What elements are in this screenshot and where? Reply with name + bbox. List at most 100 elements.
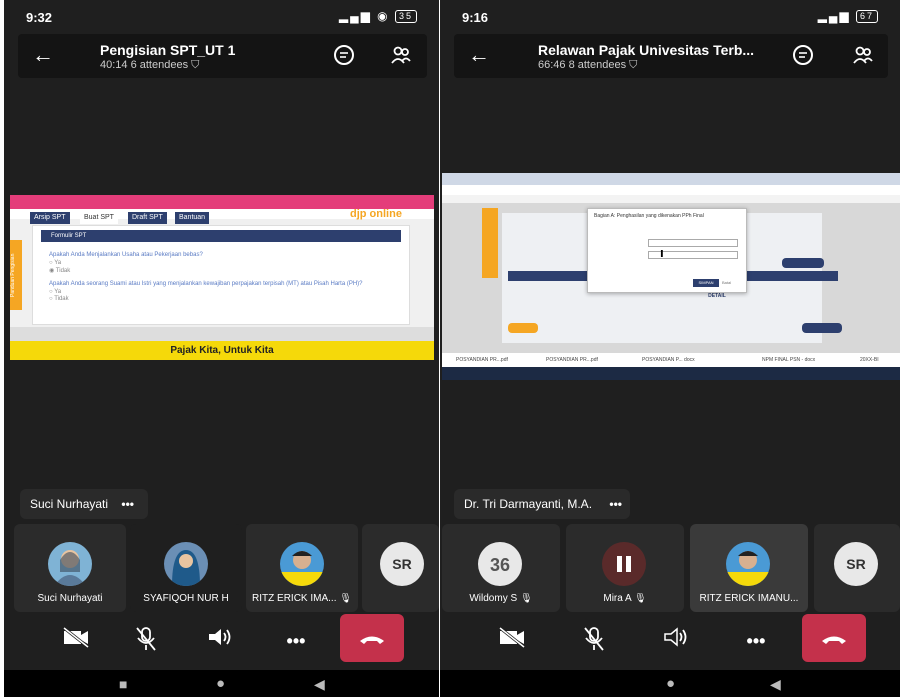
option-no-label: Tidak bbox=[55, 268, 71, 274]
left-phone-screen: 9:32 ▂▄▆ ◉ 35 ← Pengisian SPT_UT 1 40:14… bbox=[4, 0, 439, 697]
next-button[interactable] bbox=[802, 323, 842, 333]
tab-buat-spt[interactable]: Buat SPT bbox=[80, 212, 118, 224]
participant-name: Suci Nurhayati bbox=[37, 593, 103, 604]
tab-arsip-spt[interactable]: Arsip SPT bbox=[30, 212, 70, 224]
meeting-title: Relawan Pajak Univesitas Terb... bbox=[538, 42, 755, 58]
question-1: Apakah Anda Menjalankan Usaha atau Peker… bbox=[49, 252, 203, 258]
signal-icon: ▂▄▆ bbox=[817, 9, 851, 23]
download-item[interactable]: NPM FINAL PSN - docx bbox=[762, 357, 815, 363]
downloads-bar: POSYANDIAN PR...pdf POSYANDIAN PR...pdf … bbox=[442, 353, 900, 367]
option-no-1[interactable]: ◉ Tidak bbox=[49, 267, 70, 274]
active-speaker-name: Suci Nurhayati bbox=[30, 497, 109, 511]
avatar bbox=[164, 542, 208, 586]
meeting-subtitle: 40:14 6 attendees ⛉ bbox=[100, 59, 199, 72]
back-button[interactable] bbox=[508, 323, 538, 333]
status-icons: ▂▄▆ 67 bbox=[817, 9, 878, 24]
back-arrow-icon[interactable]: ← bbox=[468, 42, 490, 68]
more-icon[interactable]: ••• bbox=[736, 626, 776, 656]
mic-muted-icon: 🎙 bbox=[339, 593, 352, 604]
modal-dialog: Bagian A: Penghasilan yang dikenakan PPh… bbox=[587, 208, 747, 293]
dialog-cancel-button[interactable]: Batal bbox=[722, 279, 731, 287]
option-yes-1[interactable]: ○ Ya bbox=[49, 260, 61, 266]
status-bar: 9:32 ▂▄▆ ◉ 35 bbox=[4, 0, 439, 34]
guide-side-tab[interactable] bbox=[482, 208, 498, 278]
participant-name: RITZ ERICK IMA... 🎙 bbox=[246, 593, 358, 604]
active-speaker-name: Dr. Tri Darmayanti, M.A. bbox=[464, 497, 593, 511]
shield-icon: ⛉ bbox=[191, 59, 200, 71]
camera-off-icon[interactable] bbox=[492, 626, 532, 656]
status-bar: 9:16 ▂▄▆ 67 bbox=[440, 0, 900, 34]
signal-icon: ▂▄▆ bbox=[338, 9, 372, 23]
back-arrow-icon[interactable]: ← bbox=[32, 42, 54, 68]
guide-side-tab[interactable]: Panduan Pengisian bbox=[10, 240, 22, 310]
djp-logo: djp online bbox=[350, 208, 402, 220]
tab-draft-spt[interactable]: Draft SPT bbox=[128, 212, 167, 224]
option-no-2[interactable]: ○ Tidak bbox=[49, 296, 69, 302]
participant-tile[interactable]: 36 Wildomy S 🎙 bbox=[442, 524, 560, 612]
tab-bantuan[interactable]: Bantuan bbox=[175, 212, 210, 224]
windows-taskbar bbox=[442, 367, 900, 380]
active-speaker-bar: Suci Nurhayati ••• bbox=[20, 489, 148, 519]
battery-icon: 35 bbox=[394, 10, 417, 24]
meeting-header: ← Relawan Pajak Univesitas Terb... 66:46… bbox=[454, 34, 888, 78]
speaker-icon[interactable] bbox=[656, 626, 696, 656]
add-button[interactable] bbox=[782, 258, 824, 268]
svg-text:36: 36 bbox=[490, 555, 510, 575]
back-nav-icon[interactable]: ◀ bbox=[314, 676, 325, 693]
speaker-icon[interactable] bbox=[200, 626, 240, 656]
participants-icon[interactable] bbox=[390, 44, 412, 72]
status-time: 9:32 bbox=[26, 10, 53, 25]
download-item[interactable]: POSYANDIAN PR...pdf bbox=[546, 357, 598, 363]
participant-name-text: RITZ ERICK IMA... bbox=[252, 593, 337, 604]
participants-icon[interactable] bbox=[852, 44, 874, 72]
recents-icon[interactable]: ■ bbox=[119, 676, 127, 692]
chat-icon[interactable] bbox=[333, 44, 355, 72]
avatar bbox=[602, 542, 646, 586]
right-phone-screen: 9:16 ▂▄▆ 67 ← Relawan Pajak Univesitas T… bbox=[440, 0, 900, 697]
mic-off-icon[interactable] bbox=[574, 626, 614, 656]
shared-screen: djp online Arsip SPT Buat SPT Draft SPT … bbox=[10, 195, 434, 360]
more-options-icon[interactable]: ••• bbox=[121, 497, 134, 511]
participant-tile[interactable]: Mira A 🎙 bbox=[566, 524, 684, 612]
participant-name: RITZ ERICK IMANU... bbox=[699, 593, 799, 604]
dialog-input[interactable] bbox=[648, 239, 738, 247]
home-icon[interactable]: ● bbox=[216, 675, 225, 692]
end-call-button[interactable] bbox=[802, 614, 866, 662]
dialog-title: Bagian A: Penghasilan yang dikenakan PPh… bbox=[594, 213, 704, 219]
participant-tiles: Suci Nurhayati SYAFIQOH NUR H RITZ ERICK… bbox=[4, 524, 439, 612]
download-item[interactable]: 20XX-BI bbox=[860, 357, 879, 363]
more-icon[interactable]: ••• bbox=[276, 626, 316, 656]
camera-off-icon[interactable] bbox=[56, 626, 96, 656]
option-yes-2[interactable]: ○ Ya bbox=[49, 289, 61, 295]
participant-tile[interactable]: SYAFIQOH NUR H bbox=[130, 524, 242, 612]
form-header: Formulir SPT bbox=[41, 230, 401, 242]
avatar bbox=[48, 542, 92, 586]
meeting-subtitle: 66:46 8 attendees ⛉ bbox=[538, 59, 637, 72]
text-cursor-icon: Ⅰ bbox=[660, 249, 664, 260]
wifi-icon: ◉ bbox=[377, 9, 390, 23]
dialog-save-button[interactable]: SIMPAN bbox=[693, 279, 719, 287]
participant-name: Mira A 🎙 bbox=[566, 593, 684, 604]
end-call-button[interactable] bbox=[340, 614, 404, 662]
mic-off-icon[interactable] bbox=[126, 626, 166, 656]
participant-tile[interactable]: RITZ ERICK IMANU... bbox=[690, 524, 808, 612]
participant-name-text: Mira A bbox=[603, 593, 632, 604]
form-card: Formulir SPT Apakah Anda Menjalankan Usa… bbox=[32, 225, 410, 325]
back-nav-icon[interactable]: ◀ bbox=[770, 676, 781, 693]
participant-tile[interactable]: Suci Nurhayati bbox=[14, 524, 126, 612]
option-yes-label: Ya bbox=[54, 260, 62, 266]
more-options-icon[interactable]: ••• bbox=[609, 497, 622, 511]
chat-icon[interactable] bbox=[792, 44, 814, 72]
mic-muted-icon: 🎙 bbox=[633, 593, 647, 604]
home-icon[interactable]: ● bbox=[666, 675, 675, 692]
shared-desktop-screen: DETAIL Bagian A: Penghasilan yang dikena… bbox=[442, 173, 900, 380]
mic-muted-icon: 🎙 bbox=[519, 593, 533, 604]
download-item[interactable]: POSYANDIAN P... docx bbox=[642, 357, 695, 363]
participant-tile[interactable]: RITZ ERICK IMA... 🎙 bbox=[246, 524, 358, 612]
meeting-duration-attendees: 40:14 6 attendees bbox=[100, 59, 189, 71]
download-item[interactable]: POSYANDIAN PR...pdf bbox=[456, 357, 508, 363]
browser-tabbar bbox=[442, 173, 900, 185]
participant-tile[interactable]: SR bbox=[814, 524, 900, 612]
participant-tile[interactable]: SR bbox=[362, 524, 439, 612]
avatar bbox=[726, 542, 770, 586]
